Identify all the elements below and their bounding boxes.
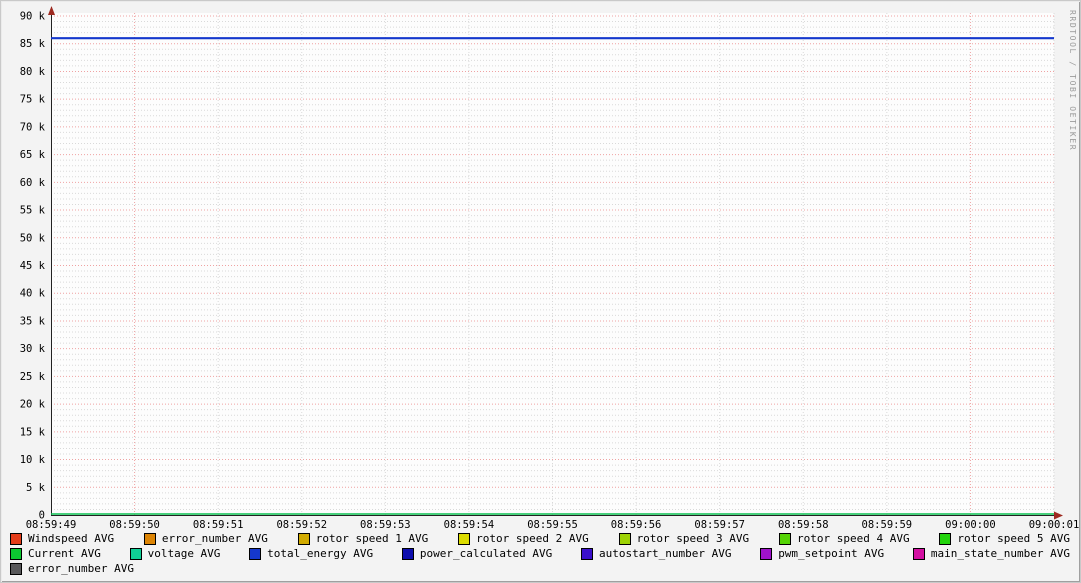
rrdtool-graph: 05 k 10 k 15 k 20 k 25 k 30 k 35 k 40 k 45 k 50 k… [0,0,1081,583]
rrdtool-watermark: RRDTOOL / TOBI OETIKER [1068,10,1077,152]
legend-row: Current AVG voltage AVG total_energy AVG po… [1,546,1080,561]
legend-color-swatch [129,547,142,560]
svg-text:08:59:58: 08:59:58 [778,519,829,531]
svg-text:5 k: 5 k [26,482,46,494]
svg-text:15 k: 15 k [20,426,46,438]
legend-color-swatch [10,547,22,560]
svg-text:85 k: 85 k [20,38,46,50]
svg-text:08:59:59: 08:59:59 [862,519,913,531]
svg-text:80 k: 80 k [20,66,46,78]
svg-text:08:59:51: 08:59:51 [193,519,244,531]
svg-text:35 k: 35 k [20,315,46,327]
legend-row: error_number AVG [1,561,1080,576]
legend-item: rotor speed 5 AVG [939,532,1070,545]
svg-text:08:59:50: 08:59:50 [109,519,160,531]
legend-label: rotor speed 3 AVG [636,532,750,545]
legend-label: pwm_setpoint AVG [778,547,885,560]
legend-color-swatch [297,532,310,545]
legend-label: main_state_number AVG [930,547,1070,560]
svg-text:45 k: 45 k [20,260,46,272]
svg-text:30 k: 30 k [20,343,46,355]
legend-label: error_number AVG [28,562,134,575]
legend-item: rotor speed 1 AVG [297,532,429,545]
legend-item: autostart_number AVG [581,547,731,560]
legend-item: voltage AVG [129,547,221,560]
svg-text:90 k: 90 k [20,11,46,23]
svg-text:09:00:01: 09:00:01 [1029,519,1080,531]
svg-text:70 k: 70 k [20,121,46,133]
svg-text:60 k: 60 k [20,177,46,189]
legend-item: Windspeed AVG [10,532,114,545]
legend-label: total_energy AVG [267,547,374,560]
svg-text:08:59:55: 08:59:55 [527,519,578,531]
legend-label: power_calculated AVG [419,547,553,560]
legend-color-swatch [401,547,414,560]
legend-item: error_number AVG [143,532,268,545]
legend-label: rotor speed 1 AVG [315,532,429,545]
legend-color-swatch [912,547,925,560]
svg-text:08:59:49: 08:59:49 [26,519,77,531]
svg-text:55 k: 55 k [20,205,46,217]
svg-text:50 k: 50 k [20,232,46,244]
svg-text:08:59:53: 08:59:53 [360,519,411,531]
legend-item: error_number AVG [10,562,134,575]
legend-color-swatch [778,532,791,545]
legend-item: rotor speed 4 AVG [778,532,910,545]
legend-label: autostart_number AVG [599,547,732,560]
svg-text:08:59:54: 08:59:54 [444,519,495,531]
legend-label: rotor speed 2 AVG [476,532,589,545]
legend-color-swatch [581,547,594,560]
svg-text:40 k: 40 k [20,288,46,300]
legend-item: power_calculated AVG [401,547,553,560]
legend-color-swatch [618,532,631,545]
legend-color-swatch [143,532,156,545]
legend-label: rotor speed 5 AVG [957,532,1070,545]
svg-text:25 k: 25 k [20,371,46,383]
legend-item: total_energy AVG [249,547,373,560]
legend-item: rotor speed 2 AVG [458,532,589,545]
svg-text:20 k: 20 k [20,399,46,411]
legend-color-swatch [458,532,471,545]
svg-text:09:00:00: 09:00:00 [945,519,996,531]
legend-color-swatch [760,547,773,560]
legend-item: Current AVG [10,547,101,560]
legend: Windspeed AVG error_number AVG rotor speed… [1,531,1080,576]
svg-text:65 k: 65 k [20,149,46,161]
legend-label: Current AVG [28,547,101,560]
legend-color-swatch [10,532,22,545]
legend-color-swatch [249,547,262,560]
svg-text:08:59:57: 08:59:57 [694,519,745,531]
legend-item: pwm_setpoint AVG [760,547,884,560]
legend-row: Windspeed AVG error_number AVG rotor speed… [1,531,1080,546]
svg-text:75 k: 75 k [20,94,46,106]
legend-item: main_state_number AVG [912,547,1070,560]
legend-label: Windspeed AVG [28,532,115,545]
legend-color-swatch [939,532,952,545]
legend-label: rotor speed 4 AVG [796,532,910,545]
svg-text:08:59:52: 08:59:52 [276,519,327,531]
svg-text:08:59:56: 08:59:56 [611,519,662,531]
legend-item: rotor speed 3 AVG [618,532,750,545]
legend-label: error_number AVG [161,532,268,545]
legend-color-swatch [10,562,22,575]
legend-label: voltage AVG [147,547,221,560]
graph-canvas: 05 k10 k15 k20 k25 k30 k35 k40 k45 k50 k… [20,6,1080,531]
svg-text:10 k: 10 k [20,454,46,466]
